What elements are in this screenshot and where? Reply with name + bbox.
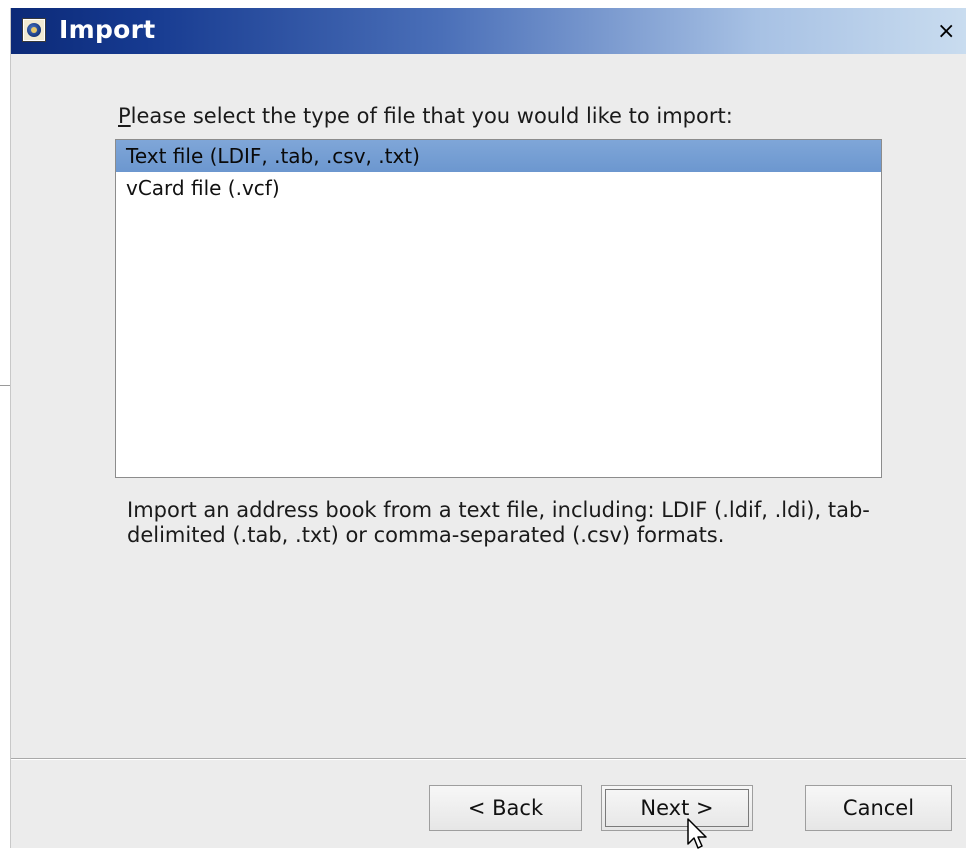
title-bar[interactable]: Import × bbox=[11, 8, 966, 54]
list-item-vcard-file[interactable]: vCard file (.vcf) bbox=[116, 172, 881, 204]
cancel-button[interactable]: Cancel bbox=[805, 785, 952, 831]
file-type-prompt: Please select the type of file that you … bbox=[118, 104, 733, 128]
prompt-mnemonic: P bbox=[118, 104, 131, 128]
file-type-list[interactable]: Text file (LDIF, .tab, .csv, .txt) vCard… bbox=[115, 139, 882, 478]
addressbook-app-icon bbox=[23, 19, 45, 41]
mouse-pointer-icon bbox=[687, 818, 707, 849]
button-separator bbox=[11, 758, 966, 760]
file-type-description: Import an address book from a text file,… bbox=[127, 498, 870, 547]
focus-ring bbox=[605, 789, 749, 827]
next-button[interactable]: Next > bbox=[601, 785, 753, 831]
close-button[interactable]: × bbox=[937, 20, 966, 46]
list-item-text-file[interactable]: Text file (LDIF, .tab, .csv, .txt) bbox=[116, 140, 881, 172]
prompt-text: lease select the type of file that you w… bbox=[130, 104, 733, 128]
close-icon: × bbox=[937, 19, 956, 44]
dialog-title: Import bbox=[59, 15, 156, 44]
background-line bbox=[0, 385, 10, 386]
import-dialog: Import × Please select the type of file … bbox=[10, 8, 966, 848]
back-button[interactable]: < Back bbox=[429, 785, 582, 831]
